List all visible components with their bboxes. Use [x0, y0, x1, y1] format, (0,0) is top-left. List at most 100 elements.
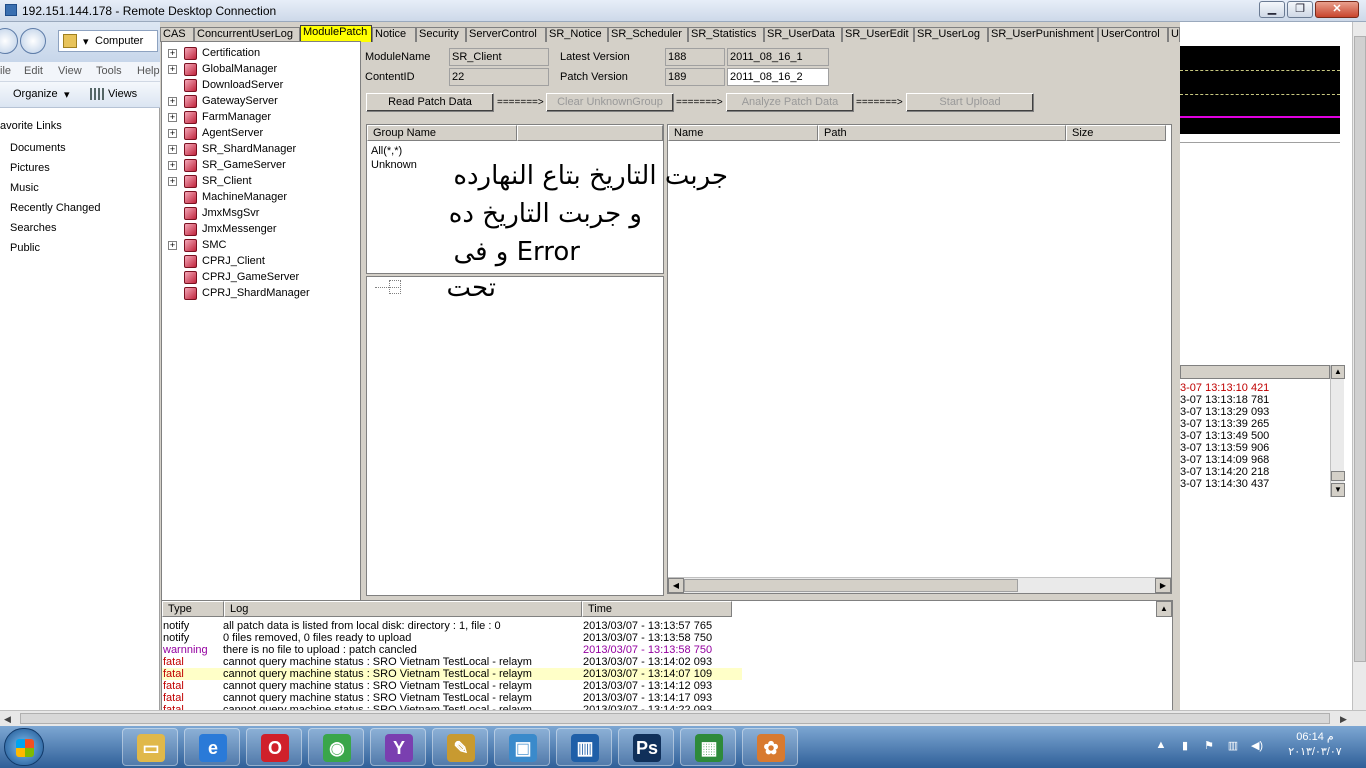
group-item-unknown[interactable]: Unknown [371, 159, 417, 171]
tab-sr-scheduler[interactable]: SR_Scheduler [608, 27, 688, 42]
log-row[interactable]: fatal cannot query machine status : SRO V… [162, 680, 742, 692]
favorite-recently-changed[interactable]: Recently Changed [10, 202, 101, 214]
group-item-all[interactable]: All(*,*) [371, 145, 402, 157]
expand-icon[interactable]: + [168, 97, 177, 106]
window-vertical-scrollbar[interactable] [1352, 22, 1366, 710]
address-bar[interactable]: ▾ Computer [58, 30, 158, 52]
clear-unknown-group-button[interactable]: Clear UnknownGroup [546, 93, 674, 112]
log-message-header[interactable]: Log [224, 601, 582, 617]
taskbar-photoshop-button[interactable]: Ps [618, 728, 674, 766]
file-horizontal-scrollbar[interactable]: ◀ ▶ [668, 577, 1171, 593]
window-horizontal-scrollbar[interactable]: ◀ ▶ [0, 710, 1366, 726]
log-row[interactable]: fatal cannot query machine status : SRO V… [162, 656, 742, 668]
scroll-left-icon[interactable]: ◀ [4, 714, 11, 725]
tree-node[interactable]: JmxMessenger [164, 222, 360, 238]
tab-concurrent-user-log[interactable]: ConcurrentUserLog [194, 27, 300, 42]
analyze-patch-data-button[interactable]: Analyze Patch Data [726, 93, 854, 112]
scroll-thumb[interactable] [1354, 36, 1366, 662]
favorite-public[interactable]: Public [10, 242, 40, 254]
tree-node[interactable]: CPRJ_GameServer [164, 270, 360, 286]
group-name-header[interactable]: Group Name [367, 125, 517, 141]
tree-node[interactable]: CPRJ_ShardManager [164, 286, 360, 302]
favorite-searches[interactable]: Searches [10, 222, 56, 234]
log-time-header[interactable]: Time [582, 601, 732, 617]
menu-file[interactable]: ile [0, 65, 11, 77]
tree-node[interactable]: JmxMsgSvr [164, 206, 360, 222]
taskbar-explorer-folder-button[interactable]: ▭ [122, 728, 178, 766]
expand-icon[interactable]: + [168, 113, 177, 122]
tab-sr-useredit[interactable]: SR_UserEdit [842, 27, 914, 42]
scroll-right-icon[interactable]: ▶ [1340, 714, 1347, 725]
tree-node[interactable]: MachineManager [164, 190, 360, 206]
battery-icon[interactable]: ▮ [1178, 739, 1192, 753]
taskbar-internet-explorer-button[interactable]: e [184, 728, 240, 766]
expand-icon[interactable]: + [168, 145, 177, 154]
menu-tools[interactable]: Tools [96, 65, 122, 77]
tab-sr-statistics[interactable]: SR_Statistics [688, 27, 764, 42]
tab-sr-userdata[interactable]: SR_UserData [764, 27, 842, 42]
expand-icon[interactable]: + [168, 65, 177, 74]
time-list[interactable]: 3-07 13:13:10 421 3-07 13:13:18 781 3-07 1… [1180, 365, 1350, 500]
patch-version-date-input[interactable]: 2011_08_16_2 [727, 68, 829, 86]
file-size-header[interactable]: Size [1066, 125, 1166, 141]
tree-node[interactable]: CPRJ_Client [164, 254, 360, 270]
taskbar-remote-desktop-button[interactable]: ▥ [556, 728, 612, 766]
tab-notice[interactable]: Notice [372, 27, 416, 42]
log-row[interactable]: warnning there is no file to upload : pat… [162, 644, 742, 656]
tree-node[interactable]: + AgentServer [164, 126, 360, 142]
taskbar-window-manager-button[interactable]: ▣ [494, 728, 550, 766]
log-panel[interactable]: Type Log Time notify all patch data is li… [161, 600, 1173, 712]
minimize-button[interactable]: ▁ [1259, 1, 1285, 18]
network-icon[interactable]: ▥ [1226, 739, 1240, 753]
menu-view[interactable]: View [58, 65, 82, 77]
tab-server-control[interactable]: ServerControl [466, 27, 546, 42]
start-upload-button[interactable]: Start Upload [906, 93, 1034, 112]
time-list-header[interactable] [1180, 365, 1330, 379]
tree-node[interactable]: + GlobalManager [164, 62, 360, 78]
system-clock[interactable]: 06:14 م ٢٠١٣/٠٣/٠٧ [1280, 730, 1350, 760]
time-entry[interactable]: 3-07 13:14:09 968 [1180, 454, 1269, 466]
expand-icon[interactable]: + [168, 161, 177, 170]
log-type-header[interactable]: Type [162, 601, 224, 617]
menu-edit[interactable]: Edit [24, 65, 43, 77]
scroll-right-icon[interactable]: ▶ [1155, 578, 1171, 593]
file-path-header[interactable]: Path [818, 125, 1066, 141]
tree-node[interactable]: + Certification [164, 46, 360, 62]
scroll-up-icon[interactable]: ▲ [1331, 365, 1345, 379]
tree-node[interactable]: + GatewayServer [164, 94, 360, 110]
taskbar-calendar-button[interactable]: ▦ [680, 728, 736, 766]
scroll-left-icon[interactable]: ◀ [668, 578, 684, 593]
file-name-header[interactable]: Name [668, 125, 818, 141]
tab-sr-notice[interactable]: SR_Notice [546, 27, 608, 42]
module-tree[interactable]: + Certification + GlobalManager DownloadServ… [161, 41, 361, 616]
log-row[interactable]: fatal cannot query machine status : SRO V… [162, 692, 742, 704]
tree-node[interactable]: DownloadServer [164, 78, 360, 94]
time-entry[interactable]: 3-07 13:14:20 218 [1180, 466, 1269, 478]
log-row[interactable]: notify all patch data is listed from loca… [162, 620, 742, 632]
tab-security[interactable]: Security [416, 27, 466, 42]
scroll-down-icon[interactable]: ▼ [1331, 483, 1345, 497]
taskbar-tools-button[interactable]: ✎ [432, 728, 488, 766]
time-entry[interactable]: 3-07 13:13:10 421 [1180, 382, 1269, 394]
expand-icon[interactable]: + [168, 129, 177, 138]
tree-node[interactable]: + SR_ShardManager [164, 142, 360, 158]
tab-cas[interactable]: CAS [160, 27, 194, 42]
time-entry[interactable]: 3-07 13:13:59 906 [1180, 442, 1269, 454]
organize-button[interactable]: Organize [13, 88, 58, 100]
window-titlebar[interactable]: 192.151.144.178 - Remote Desktop Connect… [0, 0, 1366, 22]
time-entry[interactable]: 3-07 13:13:39 265 [1180, 418, 1269, 430]
scroll-thumb[interactable] [20, 713, 1330, 724]
taskbar-chrome-button[interactable]: ◉ [308, 728, 364, 766]
back-button[interactable] [0, 28, 18, 54]
expand-icon[interactable]: + [168, 177, 177, 186]
tree-node[interactable]: + FarmManager [164, 110, 360, 126]
favorite-music[interactable]: Music [10, 182, 39, 194]
expand-icon[interactable]: + [168, 49, 177, 58]
group-extra-header[interactable] [517, 125, 663, 141]
read-patch-data-button[interactable]: Read Patch Data [366, 93, 494, 112]
scroll-thumb[interactable] [684, 579, 1018, 592]
tab-more[interactable]: U [1168, 27, 1180, 42]
time-entry[interactable]: 3-07 13:13:18 781 [1180, 394, 1269, 406]
tab-module-patch[interactable]: ModulePatch [300, 25, 372, 42]
time-entry[interactable]: 3-07 13:13:29 093 [1180, 406, 1269, 418]
